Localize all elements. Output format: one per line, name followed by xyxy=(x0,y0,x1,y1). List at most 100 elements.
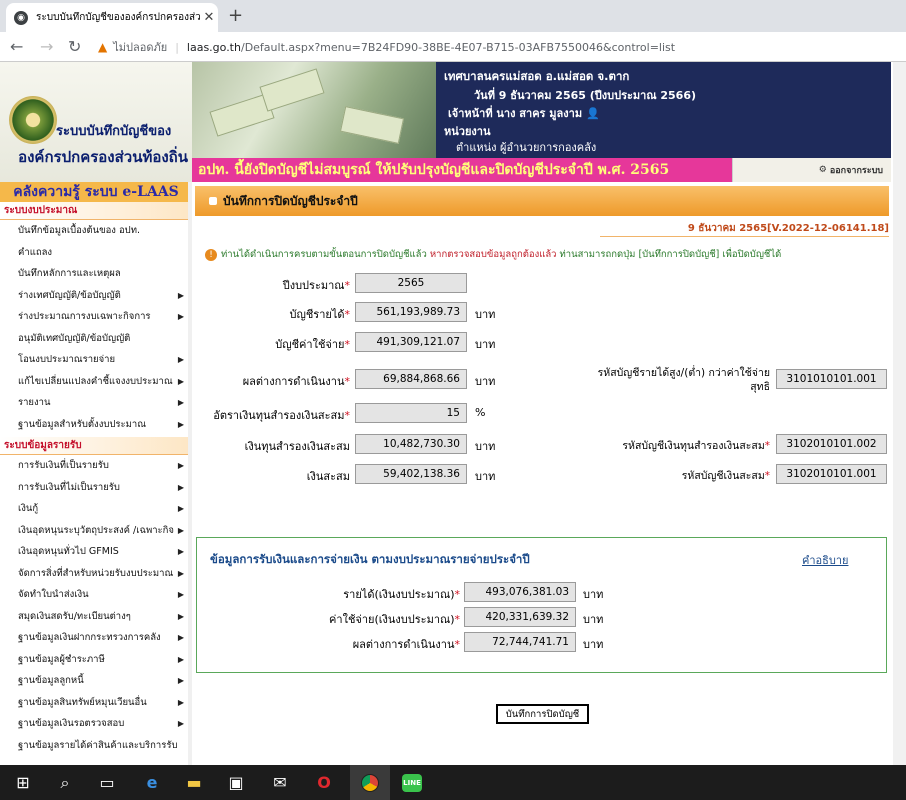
budget-menu-item[interactable]: รายงาน ▶ xyxy=(0,392,192,414)
banknote-image xyxy=(339,106,405,144)
search-icon[interactable]: ⌕ xyxy=(50,765,80,800)
revenue-menu-item[interactable]: ฐานข้อมูลเงินรอตรวจสอบ ▶ xyxy=(0,713,192,735)
opera-icon[interactable]: O xyxy=(306,765,342,800)
revenue-menu-item[interactable]: เงินกู้ ▶ xyxy=(0,498,192,520)
budget-menu-item[interactable]: อนุมัติเทศบัญญัติ/ข้อบัญญัติ xyxy=(0,328,192,350)
store-icon[interactable]: ▣ xyxy=(218,765,254,800)
spend-label: ค่าใช้จ่าย(เงินงบประมาณ)* xyxy=(329,613,460,626)
url-divider: | xyxy=(175,40,179,54)
banknote-image xyxy=(259,68,325,112)
menu-item-label: สมุดเงินสดรับ/ทะเบียนต่างๆ xyxy=(18,610,131,622)
fiscal-year-field[interactable]: 2565 xyxy=(355,273,467,293)
reserve-fund-field[interactable]: 10,482,730.30 xyxy=(355,434,467,454)
menu-item-label: การรับเงินที่เป็นรายรับ xyxy=(18,460,109,471)
submenu-arrow-icon: ▶ xyxy=(177,504,184,513)
close-tab-icon[interactable]: ✕ xyxy=(200,10,218,25)
revenue-menu-item[interactable]: ฐานข้อมูลสินทรัพย์หมุนเวียนอื่น ▶ xyxy=(0,692,192,714)
menu-item-label: เงินกู้ xyxy=(18,503,39,514)
result-label: ผลต่างการดำเนินงาน* xyxy=(242,375,350,388)
mail-icon[interactable]: ✉ xyxy=(262,765,298,800)
forward-arrow-icon[interactable]: → xyxy=(40,37,53,56)
date-line: วันที่ 9 ธันวาคม 2565 (ปีงบประมาณ 2566) xyxy=(474,89,696,102)
budget-menu-item[interactable]: โอนงบประมาณรายจ่าย ▶ xyxy=(0,349,192,371)
budget-menu-item[interactable]: ฐานข้อมูลสำหรับตั้งงบประมาณ ▶ xyxy=(0,414,192,436)
menu-item-label: ฐานข้อมูลรายได้ค่าสินค้าและบริการรับ xyxy=(18,739,178,751)
accumulated-code-field[interactable]: 3102010101.001 xyxy=(776,464,887,484)
budget-menu-item[interactable]: แก้ไขเปลี่ยนแปลงคำชี้แจงงบประมาณ ▶ xyxy=(0,371,192,393)
revenue-menu-item[interactable]: สมุดเงินสดรับ/ทะเบียนต่างๆ ▶ xyxy=(0,606,192,628)
revenue-menu-item[interactable]: การรับเงินที่ไม่เป็นรายรับ ▶ xyxy=(0,477,192,499)
new-tab-button[interactable]: + xyxy=(228,5,243,26)
reserve-fund-unit: บาท xyxy=(475,440,496,453)
browser-tab[interactable]: ◉ ระบบบันทึกบัญชีขององค์กรปกครองส่วนท้อง… xyxy=(6,3,218,32)
chrome-icon[interactable] xyxy=(350,765,390,800)
file-explorer-icon[interactable]: ▬ xyxy=(176,765,212,800)
menu-item-label: ฐานข้อมูลเงินฝากกระทรวงการคลัง xyxy=(18,632,161,643)
reserve-rate-field[interactable]: 15 xyxy=(355,403,467,423)
warning-marquee: อปท. นี้ยังปิดบัญชีไม่สมบูรณ์ ให้ปรับปรุ… xyxy=(192,158,732,182)
menu-item-label: ฐานข้อมูลผู้ชำระภาษี xyxy=(18,653,105,665)
close-accounts-button[interactable]: บันทึกการปิดบัญชี xyxy=(496,704,589,724)
submenu-arrow-icon: ▶ xyxy=(177,461,184,470)
submenu-arrow-icon: ▶ xyxy=(177,312,184,321)
revenue-menu-item[interactable]: ฐานข้อมูลรายได้ค่าสินค้าและบริการรับ xyxy=(0,735,192,757)
menu-item-label: ฐานข้อมูลสินทรัพย์หมุนเวียนอื่น xyxy=(18,696,147,708)
revenue-field[interactable]: 561,193,989.73 xyxy=(355,302,467,322)
officer-name: เจ้าหน้าที่ นาง สาคร มูลงาม 👤 xyxy=(448,107,600,120)
revenue-menu-item[interactable]: จัดทำใบนำส่งเงิน ▶ xyxy=(0,584,192,606)
net-code-label: รหัสบัญชีรายได้สูง/(ต่ำ) กว่าค่าใช้จ่าย xyxy=(597,367,770,379)
reload-icon[interactable]: ↻ xyxy=(68,37,81,56)
task-view-icon[interactable]: ▭ xyxy=(92,765,122,800)
line-app-icon[interactable]: LINE xyxy=(394,765,430,800)
income-field[interactable]: 493,076,381.03 xyxy=(464,582,576,602)
logout-link[interactable]: ออกจากระบบ xyxy=(830,163,883,177)
org-name: องค์กรปกครองส่วนท้องถิ่น xyxy=(18,148,188,166)
expense-unit: บาท xyxy=(475,338,496,351)
url-host: laas.go.th xyxy=(186,40,241,54)
budget-menu-item[interactable]: ร่างเทศบัญญัติ/ข้อบัญญัติ ▶ xyxy=(0,285,192,307)
menu-item-label: ร่างประมาณการงบเฉพาะกิจการ xyxy=(18,311,151,322)
revenue-menu-item[interactable]: ฐานข้อมูลเงินฝากกระทรวงการคลัง ▶ xyxy=(0,627,192,649)
panel-title: ข้อมูลการรับเงินและการจ่ายเงิน ตามงบประม… xyxy=(210,552,530,566)
net-code-field[interactable]: 3101010101.001 xyxy=(776,369,887,389)
reserve-code-field[interactable]: 3102010101.002 xyxy=(776,434,887,454)
reserve-rate-label: อัตราเงินทุนสำรองเงินสะสม* xyxy=(213,409,350,422)
diff-field[interactable]: 72,744,741.71 xyxy=(464,632,576,652)
menu-item-label: แก้ไขเปลี่ยนแปลงคำชี้แจงงบประมาณ xyxy=(18,375,173,387)
position-label: ตำแหน่ง ผู้อำนวยการกองคลัง xyxy=(456,141,597,154)
page-scrollbar[interactable] xyxy=(893,62,906,765)
url-field[interactable]: ▲ ไม่ปลอดภัย | laas.go.th /Default.aspx?… xyxy=(98,37,675,57)
revenue-menu-item[interactable]: ฐานข้อมูลผู้ชำระภาษี ▶ xyxy=(0,649,192,671)
revenue-menu-item[interactable]: เงินอุดหนุนทั่วไป GFMIS ▶ xyxy=(0,541,192,563)
reserve-rate-unit: % xyxy=(475,406,486,419)
menu-item-label: การรับเงินที่ไม่เป็นรายรับ xyxy=(18,481,120,493)
spend-field[interactable]: 420,331,639.32 xyxy=(464,607,576,627)
accumulated-field[interactable]: 59,402,138.36 xyxy=(355,464,467,484)
submenu-arrow-icon: ▶ xyxy=(177,590,184,599)
user-info-box: เทศบาลนครแม่สอด อ.แม่สอด จ.ตาก วันที่ 9 … xyxy=(436,62,891,158)
edge-icon[interactable]: e xyxy=(134,765,170,800)
sidebar: คลังความรู้ ระบบ e-LAAS ระบบงบประมาณ บัน… xyxy=(0,182,192,765)
revenue-menu-item[interactable]: เงินอุดหนุนระบุวัตถุประสงค์ /เฉพาะกิจ ▶ xyxy=(0,520,192,542)
revenue-menu-item[interactable]: ฐานข้อมูลลูกหนี้ ▶ xyxy=(0,670,192,692)
submenu-arrow-icon: ▶ xyxy=(177,676,184,685)
result-field[interactable]: 69,884,868.66 xyxy=(355,369,467,389)
notice-text-2: หากตรวจสอบข้อมูลถูกต้องแล้ว xyxy=(429,249,557,260)
explain-link[interactable]: คำอธิบาย xyxy=(802,551,848,569)
budget-menu-item[interactable]: ร่างประมาณการงบเฉพาะกิจการ ▶ xyxy=(0,306,192,328)
revenue-menu-item[interactable]: การรับเงินที่เป็นรายรับ ▶ xyxy=(0,455,192,477)
submenu-arrow-icon: ▶ xyxy=(177,525,184,535)
submenu-arrow-icon: ▶ xyxy=(177,398,184,407)
expense-field[interactable]: 491,309,121.07 xyxy=(355,332,467,352)
budget-menu-item[interactable]: บันทึกหลักการและเหตุผล xyxy=(0,263,192,285)
sidebar-scrollbar[interactable] xyxy=(188,182,192,765)
knowledge-link[interactable]: คลังความรู้ ระบบ e-LAAS xyxy=(0,182,192,202)
back-arrow-icon[interactable]: ← xyxy=(10,37,23,56)
budget-menu-item[interactable]: คำแถลง xyxy=(0,242,192,264)
result-unit: บาท xyxy=(475,375,496,388)
budget-menu-item[interactable]: บันทึกข้อมูลเบื้องต้นของ อปท. xyxy=(0,220,192,242)
revenue-menu-item[interactable]: จัดการสิ่งที่สำหรับหน่วยรับงบประมาณ ▶ xyxy=(0,563,192,585)
windows-start-icon[interactable]: ⊞ xyxy=(8,765,38,800)
tab-title: ระบบบันทึกบัญชีขององค์กรปกครองส่วนท้องถิ… xyxy=(36,12,200,23)
submenu-arrow-icon: ▶ xyxy=(177,419,184,429)
